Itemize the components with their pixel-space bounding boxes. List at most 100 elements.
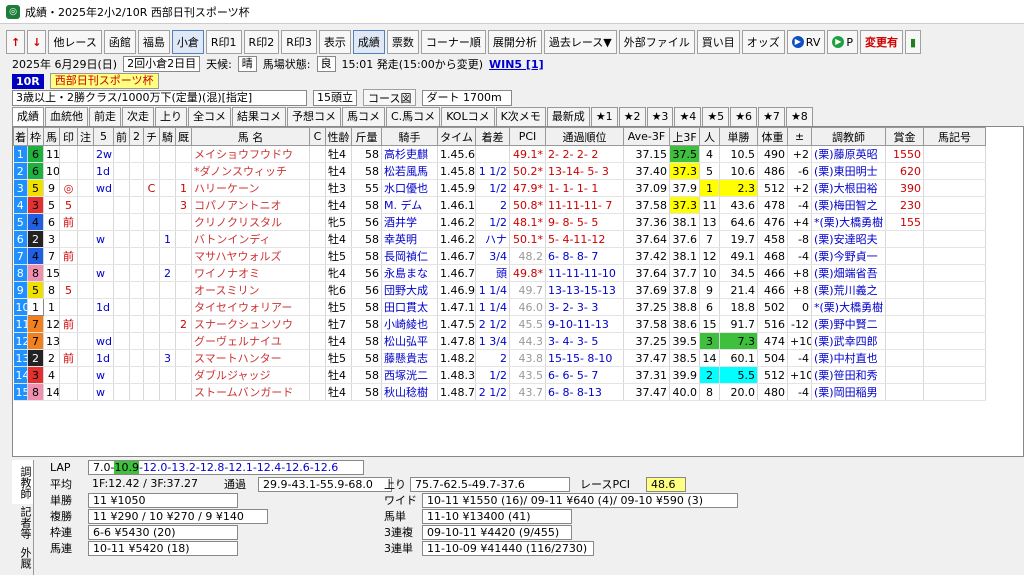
tab-3[interactable]: 次走 — [122, 107, 154, 126]
col-header-11[interactable]: 馬 名 — [191, 127, 310, 146]
table-row[interactable]: 1434 w ダブルジャッジ牡458西塚洸二1.48.31/243.56- 6- 5… — [13, 366, 986, 384]
table-row[interactable]: 4 3 5 5 3 コパノアントニオ 牡4 58 M. デム 1.46.1 2 50.8* 11-11-… — [13, 196, 986, 214]
table-row[interactable]: 1 6 11 2w メイショウフウドウ 牡4 58 高杉吏麒 1.45.6 49.1* 2- 2- … — [13, 145, 986, 163]
toolbar-pace-button[interactable]: 展開分析 — [487, 30, 542, 54]
toolbar-next-button[interactable]: ↓ — [27, 30, 47, 54]
toolbar-corner-button[interactable]: コーナー順 — [420, 30, 486, 54]
tab-13[interactable]: ★1 — [590, 107, 618, 126]
col-header-18[interactable]: PCI — [509, 127, 546, 146]
toolbar-display-button[interactable]: 表示 — [318, 30, 351, 54]
toolbar-fukushima-button[interactable]: 福島 — [137, 30, 170, 54]
tab-4[interactable]: 上り — [155, 107, 187, 126]
table-row[interactable]: 8 8 15 w 2 ワイノナオミ 牝4 56 永島まな 1.46.7 頭 49.8* 11-11-11… — [13, 264, 986, 282]
tab-11[interactable]: K次メモ — [495, 107, 546, 126]
tab-15[interactable]: ★3 — [646, 107, 674, 126]
cell-9 — [159, 281, 176, 299]
toolbar-rv-button[interactable]: ▶ RV — [786, 30, 826, 54]
toolbar-rmark1-button[interactable]: R印1 — [205, 30, 242, 54]
tab-19[interactable]: ★7 — [758, 107, 785, 126]
col-header-22[interactable]: 人 — [699, 127, 720, 146]
tab-7[interactable]: 予想コメ — [287, 107, 341, 126]
table-row[interactable]: 2 6 10 1d *ダノンスウィッチ 牡4 58 松若風馬 1.45.8 1 1/2 50.2* 1… — [13, 162, 986, 180]
toolbar-other_race-button[interactable]: 他レース — [48, 30, 102, 54]
cell-5: w — [93, 383, 114, 401]
tab-0[interactable]: 成績 — [12, 107, 44, 127]
table-row[interactable]: 15814wストームバンガード牡458秋山稔樹1.48.72 1/243.76-… — [13, 383, 986, 401]
win5-link[interactable]: WIN5 [1] — [489, 58, 544, 71]
toolbar-prev-button[interactable]: ↑ — [6, 30, 26, 54]
tab-20[interactable]: ★8 — [785, 107, 813, 126]
tab-8[interactable]: 馬コメ — [342, 107, 385, 126]
col-header-16[interactable]: タイム — [437, 127, 476, 146]
col-header-8[interactable]: チ — [143, 127, 160, 146]
col-header-3[interactable]: 印 — [59, 127, 78, 146]
up-value: 75.7-62.5-49.7-37.6 — [410, 476, 570, 492]
col-header-13[interactable]: 性齢 — [325, 127, 352, 146]
col-header-1[interactable]: 枠 — [27, 127, 44, 146]
side-tab-stable[interactable]: 外厩 — [12, 540, 34, 575]
col-header-4[interactable]: 注 — [77, 127, 94, 146]
col-header-15[interactable]: 騎手 — [381, 127, 438, 146]
table-row[interactable]: 7 4 7 前マサハヤウォルズ 牡5 58 長岡禎仁 1.46.7 3/4 48.2 6- 8- 8… — [13, 247, 986, 265]
col-header-12[interactable]: C — [309, 127, 326, 146]
table-row[interactable]: 10111dタイセイウォリアー牡558田口貫太1.47.11 1/446.03-… — [13, 298, 986, 316]
table-row[interactable]: 6 2 3 w 1 バトンインディ 牡4 58 幸英明 1.46.2 ハナ 50.1* 5- 4-11-… — [13, 230, 986, 248]
col-header-20[interactable]: Ave-3F — [623, 127, 670, 146]
table-row[interactable]: 12713 wd グーヴェルナイユ牡458松山弘平1.47.81 3/444.33-… — [13, 332, 986, 350]
col-header-2[interactable]: 馬 — [43, 127, 60, 146]
toolbar-odds-button[interactable]: オッズ — [741, 30, 785, 54]
col-header-5[interactable]: 5 — [93, 127, 114, 146]
tab-2[interactable]: 前走 — [89, 107, 121, 126]
col-header-24[interactable]: 体重 — [757, 127, 788, 146]
toolbar-rmark3-button[interactable]: R印3 — [281, 30, 317, 54]
tab-18[interactable]: ★6 — [730, 107, 758, 126]
col-header-14[interactable]: 斤量 — [351, 127, 382, 146]
col-header-17[interactable]: 着差 — [475, 127, 510, 146]
col-header-26[interactable]: 調教師 — [811, 127, 886, 146]
cell-21: 38.5 — [669, 349, 700, 367]
toolbar-past-button[interactable]: 過去レース▼ — [543, 30, 617, 54]
tab-14[interactable]: ★2 — [618, 107, 646, 126]
col-header-28[interactable]: 馬記号 — [923, 127, 986, 146]
toolbar-kokura-button[interactable]: 小倉 — [171, 30, 204, 54]
side-tab-trainer[interactable]: 調教師 — [12, 460, 34, 504]
side-tab-reporter[interactable]: 記者等 — [12, 504, 34, 540]
col-header-10[interactable]: 厩 — [175, 127, 192, 146]
table-row[interactable]: 3 5 9 ◎ wd C 1 ハリーケーン 牡3 55 水口優也 1.45.9 1/2 47.9* 1- 1… — [13, 179, 986, 197]
course-map-button[interactable]: コース図 — [363, 89, 417, 106]
toolbar-votes-button[interactable]: 票数 — [386, 30, 419, 54]
col-header-9[interactable]: 騎 — [159, 127, 176, 146]
toolbar-buy-button[interactable]: 買い目 — [696, 30, 740, 54]
tab-12[interactable]: 最新成 — [546, 107, 590, 126]
col-header-6[interactable]: 前 — [113, 127, 130, 146]
toolbar-flag-button[interactable]: ▮ — [905, 30, 922, 54]
col-header-25[interactable]: ± — [787, 127, 812, 146]
cell-5 — [93, 281, 114, 299]
table-row[interactable]: 5 4 6 前 クリノクリスタル 牝5 56 酒井学 1.46.2 1/2 48.1* 9- 8- 5… — [13, 213, 986, 231]
tab-9[interactable]: C.馬コメ — [386, 107, 441, 126]
toolbar-p-button[interactable]: ▶ P — [827, 30, 858, 54]
toolbar-results-button[interactable]: 成績 — [352, 30, 385, 54]
toolbar-extfile-button[interactable]: 外部ファイル — [618, 30, 695, 54]
tab-10[interactable]: KOLコメ — [441, 107, 495, 126]
col-header-7[interactable]: 2 — [129, 127, 144, 146]
col-header-21[interactable]: 上3F — [669, 127, 700, 146]
tab-1[interactable]: 血統他 — [45, 107, 88, 126]
table-row[interactable]: 9 5 8 5 オースミリン 牝6 56 団野大成 1.46.9 1 1/4 49.7 13-13-1… — [13, 281, 986, 299]
cell-24: 478 — [757, 196, 788, 214]
col-header-19[interactable]: 通過順位 — [545, 127, 624, 146]
tab-5[interactable]: 全コメ — [188, 107, 231, 126]
tab-17[interactable]: ★5 — [702, 107, 730, 126]
toolbar-rmark2-button[interactable]: R印2 — [243, 30, 280, 54]
table-row[interactable]: 1322前1d3スマートハンター牡558藤懸貴志1.48.2243.815-15… — [13, 349, 986, 367]
col-header-27[interactable]: 賞金 — [885, 127, 924, 146]
toolbar-hakodate-button[interactable]: 函館 — [103, 30, 136, 54]
umaren-label: 馬連 — [50, 542, 72, 555]
cell-22: 1 — [699, 179, 720, 197]
tab-6[interactable]: 結果コメ — [232, 107, 286, 126]
col-header-23[interactable]: 単勝 — [719, 127, 758, 146]
toolbar-changed-button[interactable]: 変更有 — [860, 30, 903, 54]
table-row[interactable]: 11712前2スナークシュンソウ牡758小崎綾也1.47.52 1/245.59… — [13, 315, 986, 333]
tab-16[interactable]: ★4 — [674, 107, 702, 126]
col-header-0[interactable]: 着 — [13, 127, 28, 146]
